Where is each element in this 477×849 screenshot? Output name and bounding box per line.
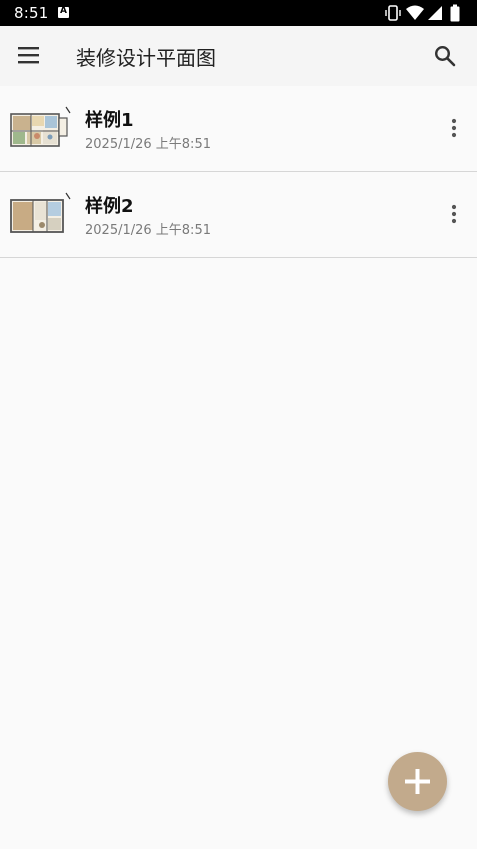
notification-glyph: A: [60, 6, 67, 16]
list-item[interactable]: 样例1 2025/1/26 上午8:51: [0, 86, 477, 172]
menu-icon: [18, 47, 39, 64]
design-list: 样例1 2025/1/26 上午8:51 样例2 2025/1/26 上午8:5…: [0, 86, 477, 258]
add-design-button[interactable]: [388, 752, 447, 811]
item-title: 样例2: [85, 196, 134, 217]
wifi-icon: [406, 5, 424, 20]
status-icons: [385, 4, 465, 22]
vibrate-icon: [385, 5, 401, 21]
search-icon: [434, 45, 456, 67]
battery-icon: [450, 4, 460, 22]
menu-button[interactable]: [8, 34, 52, 78]
page-title: 装修设计平面图: [76, 46, 216, 70]
list-item[interactable]: 样例2 2025/1/26 上午8:51: [0, 172, 477, 258]
more-options-button[interactable]: [441, 108, 469, 148]
app-bar: 装修设计平面图: [0, 26, 477, 86]
signal-icon: [428, 6, 442, 20]
more-options-button[interactable]: [441, 194, 469, 234]
status-bar: 8:51 A: [0, 0, 477, 26]
more-vert-icon: [451, 204, 457, 224]
item-date: 2025/1/26 上午8:51: [85, 223, 211, 238]
item-title: 样例1: [85, 110, 134, 131]
item-date: 2025/1/26 上午8:51: [85, 137, 211, 152]
floor-plan-thumbnail: [10, 106, 71, 147]
search-button[interactable]: [423, 34, 467, 78]
status-time: 8:51: [14, 4, 49, 22]
notification-icon: A: [58, 6, 69, 18]
app-screen: 8:51 A 装修设计平面图 样例1 2025/1/26 上午8:51 样例2 …: [0, 0, 477, 849]
floor-plan-thumbnail: [10, 192, 71, 233]
more-vert-icon: [451, 118, 457, 138]
plus-icon: [405, 769, 430, 794]
